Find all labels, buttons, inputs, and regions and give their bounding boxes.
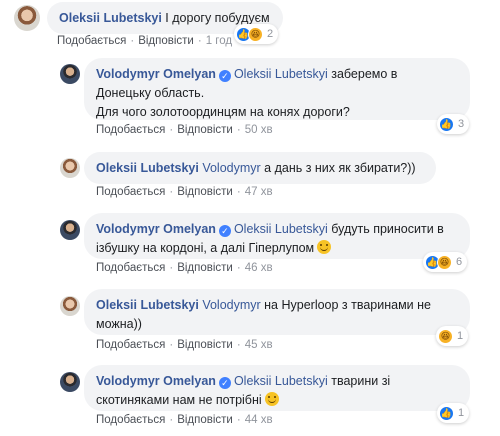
separator: · (236, 186, 241, 198)
reactions-summary[interactable]: 👍 😆 6 (423, 252, 468, 272)
comment-text: а дань з них як збирати?)) (260, 161, 416, 175)
like-button[interactable]: Подобається (96, 186, 165, 198)
avatar[interactable] (60, 220, 80, 240)
smile-emoji-icon (317, 240, 332, 254)
comment-author[interactable]: Volodymyr Omelyan (96, 222, 216, 236)
comment-line: скотиняками нам не потрібні (96, 391, 458, 410)
haha-reaction-icon: 😆 (437, 254, 452, 270)
mention-link[interactable]: Oleksii Lubetskyi (234, 222, 328, 236)
comment-actions: Подобається · Відповісти · 50 хв (96, 124, 273, 136)
reply-button[interactable]: Відповісти (138, 35, 194, 47)
comment-time[interactable]: 1 год (206, 35, 232, 47)
smile-emoji-icon (264, 392, 279, 406)
reactions-summary[interactable]: 😆 1 (436, 326, 469, 346)
comment-line: Oleksii Lubetskyi Volodymyr на Hyperloop… (96, 296, 458, 315)
comment-actions: Подобається · Відповісти · 1 год (57, 35, 232, 47)
comment-time[interactable]: 47 хв (245, 186, 273, 198)
comment-line: Volodymyr Omelyan ✓ Oleksii Lubetskyi буду… (96, 220, 458, 239)
reply-button[interactable]: Відповісти (177, 186, 233, 198)
comment-time[interactable]: 45 хв (245, 339, 273, 351)
separator: · (169, 339, 174, 351)
reaction-count: 1 (458, 407, 465, 419)
reply-button[interactable]: Відповісти (177, 262, 233, 274)
avatar[interactable] (60, 158, 80, 178)
separator: · (236, 262, 241, 274)
comment-bubble: Oleksii Lubetskyi Volodymyr а дань з них… (84, 152, 436, 184)
reaction-count: 1 (457, 330, 464, 342)
like-button[interactable]: Подобається (96, 262, 165, 274)
comment-text: тварини зі (327, 374, 391, 388)
comment-text: будуть приносити в (327, 222, 444, 236)
reactions-summary[interactable]: 👍 😆 2 (234, 24, 279, 44)
comment-author[interactable]: Volodymyr Omelyan (96, 67, 216, 81)
comment-bubble: Oleksii Lubetskyi Volodymyr на Hyperloop… (84, 289, 470, 335)
reactions-summary[interactable]: 👍 1 (437, 403, 470, 423)
comment-text: Донецьку область. (96, 86, 205, 100)
comment-time[interactable]: 44 хв (245, 414, 273, 426)
separator: · (236, 414, 241, 426)
comment-time[interactable]: 50 хв (245, 124, 273, 136)
reply-button[interactable]: Відповісти (177, 124, 233, 136)
comment-bubble: Volodymyr Omelyan ✓ Oleksii Lubetskyi твар… (84, 365, 470, 411)
comment-text: ізбушку на кордоні, а далі Гіперлупом (96, 241, 315, 255)
comment-actions: Подобається · Відповісти · 45 хв (96, 339, 273, 351)
separator: · (169, 414, 174, 426)
comment-line: ізбушку на кордоні, а далі Гіперлупом (96, 239, 458, 258)
mention-link[interactable]: Oleksii Lubetskyi (234, 374, 328, 388)
reply-button[interactable]: Відповісти (177, 414, 233, 426)
separator: · (169, 262, 174, 274)
like-button[interactable]: Подобається (57, 35, 126, 47)
comment-author[interactable]: Volodymyr Omelyan (96, 374, 216, 388)
comment-text: заберемо в (327, 67, 398, 81)
like-reaction-icon: 👍 (439, 405, 454, 421)
avatar[interactable] (60, 372, 80, 392)
reaction-count: 6 (456, 256, 463, 268)
reply-button[interactable]: Відповісти (177, 339, 233, 351)
comment-text: І дорогу побудуєм (161, 11, 270, 25)
comment-bubble: Volodymyr Omelyan ✓ Oleksii Lubetskyi забе… (84, 58, 470, 120)
separator: · (236, 339, 241, 351)
comment-actions: Подобається · Відповісти · 44 хв (96, 414, 273, 426)
comment-author[interactable]: Oleksii Lubetskyi (96, 161, 199, 175)
avatar[interactable] (60, 64, 80, 84)
like-button[interactable]: Подобається (96, 339, 165, 351)
comment-text: можна)) (96, 317, 142, 331)
verified-badge-icon: ✓ (218, 70, 231, 82)
like-reaction-icon: 👍 (439, 116, 454, 132)
haha-reaction-icon: 😆 (438, 328, 453, 344)
comment-line: Volodymyr Omelyan ✓ Oleksii Lubetskyi забе… (96, 65, 458, 84)
reaction-count: 3 (458, 118, 465, 130)
mention-link[interactable]: Volodymyr (202, 161, 260, 175)
separator: · (169, 186, 174, 198)
comment-actions: Подобається · Відповісти · 47 хв (96, 186, 273, 198)
comment-text: скотиняками нам не потрібні (96, 393, 262, 407)
reaction-count: 2 (267, 28, 274, 40)
comment-text: Для чого золотоординцям на конях дороги? (96, 105, 350, 119)
verified-badge-icon: ✓ (218, 377, 231, 389)
like-button[interactable]: Подобається (96, 124, 165, 136)
comment-author[interactable]: Oleksii Lubetskyi (59, 11, 162, 25)
haha-reaction-icon: 😆 (248, 26, 263, 42)
comment-time[interactable]: 46 хв (245, 262, 273, 274)
separator: · (197, 35, 202, 47)
reactions-summary[interactable]: 👍 3 (437, 114, 470, 134)
like-button[interactable]: Подобається (96, 414, 165, 426)
separator: · (169, 124, 174, 136)
verified-badge-icon: ✓ (218, 225, 231, 237)
mention-link[interactable]: Oleksii Lubetskyi (234, 67, 328, 81)
comment-actions: Подобається · Відповісти · 46 хв (96, 262, 273, 274)
mention-link[interactable]: Volodymyr (202, 298, 260, 312)
comment-text: на Hyperloop з тваринами не (260, 298, 431, 312)
avatar[interactable] (14, 5, 40, 31)
separator: · (236, 124, 241, 136)
comment-author[interactable]: Oleksii Lubetskyi (96, 298, 199, 312)
comment-bubble: Volodymyr Omelyan ✓ Oleksii Lubetskyi буду… (84, 213, 470, 259)
separator: · (130, 35, 135, 47)
comment-line: Volodymyr Omelyan ✓ Oleksii Lubetskyi твар… (96, 372, 458, 391)
avatar[interactable] (60, 296, 80, 316)
